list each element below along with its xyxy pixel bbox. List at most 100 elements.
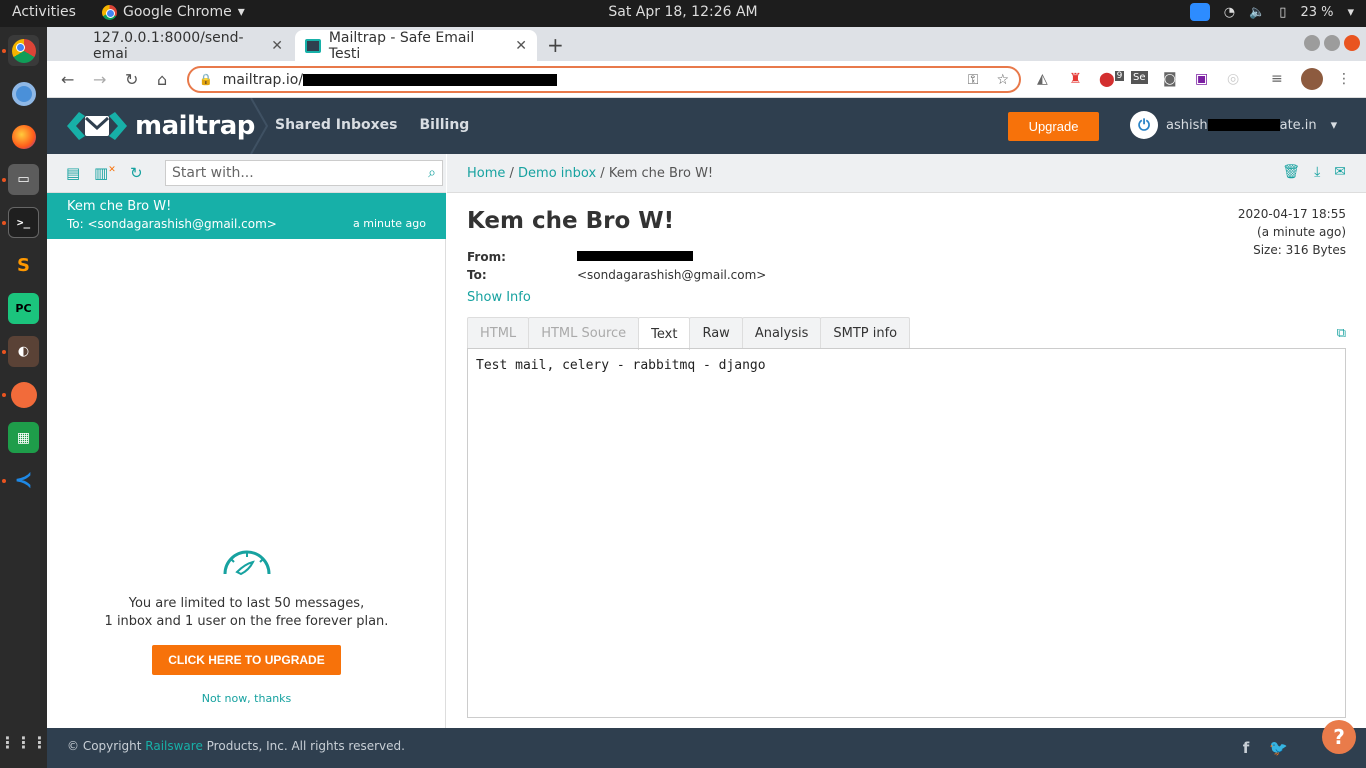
firefox-launcher-icon[interactable]	[8, 121, 39, 152]
list-item[interactable]: Kem che Bro W! To: <sondagarashish@gmail…	[47, 193, 446, 239]
to-value: <sondagarashish@gmail.com>	[577, 268, 767, 282]
extension-icon[interactable]: ◎	[1227, 71, 1239, 87]
nav-billing[interactable]: Billing	[419, 117, 469, 133]
system-tray[interactable]: ◔ 🔈 ▯ 23 % ▾	[1189, 3, 1354, 21]
message-actions: 🗑 ⤓ ✉	[1282, 164, 1346, 180]
refresh-icon[interactable]: ↻	[130, 164, 143, 182]
railsware-link[interactable]: Railsware	[145, 739, 203, 753]
gimp-launcher-icon[interactable]: ◐	[8, 336, 39, 367]
mailtrap-favicon-icon	[305, 38, 321, 53]
files-launcher-icon[interactable]: ▭	[8, 164, 39, 195]
mailtrap-header: mailtrap Shared Inboxes Billing Upgrade …	[47, 98, 1366, 154]
help-button[interactable]: ?	[1322, 720, 1356, 754]
user-email-prefix: ashish	[1166, 117, 1208, 133]
camera-extension-icon[interactable]: ◙	[1163, 71, 1177, 87]
not-now-link[interactable]: Not now, thanks	[47, 692, 446, 705]
trash-icon[interactable]: 🗑	[1282, 164, 1300, 180]
profile-avatar[interactable]	[1301, 68, 1323, 90]
search-input[interactable]: Start with... ⌕	[165, 160, 443, 186]
app-name: Google Chrome	[123, 4, 232, 20]
upgrade-cta-button[interactable]: CLICK HERE TO UPGRADE	[152, 645, 341, 675]
search-placeholder: Start with...	[172, 165, 254, 181]
tab-text[interactable]: Text	[638, 317, 691, 350]
zoom-icon	[1189, 3, 1210, 21]
wifi-icon: ◔	[1223, 4, 1236, 20]
tab-analysis[interactable]: Analysis	[741, 317, 822, 349]
postman-launcher-icon[interactable]	[8, 379, 39, 410]
message-headers: From: To: <sondagarashish@gmail.com>	[467, 248, 766, 284]
new-tab-button[interactable]: +	[547, 33, 564, 57]
dock: ▭ >_ S PC ◐ ▦ ≺ ⋮⋮⋮	[0, 27, 48, 768]
chrome-launcher-icon[interactable]	[8, 35, 39, 66]
address-bar[interactable]: 🔒 mailtrap.io/ ⚿ ☆	[187, 66, 1021, 93]
show-info-link[interactable]: Show Info	[467, 290, 531, 305]
spreadsheet-launcher-icon[interactable]: ▦	[8, 422, 39, 453]
message-tabs: HTML HTML Source Text Raw Analysis SMTP …	[467, 317, 911, 350]
key-icon[interactable]: ⚿	[968, 72, 979, 88]
chrome-icon	[102, 4, 117, 20]
plan-limit-line1: You are limited to last 50 messages,	[128, 596, 365, 611]
message-body: Test mail, celery - rabbitmq - django	[467, 348, 1346, 718]
forward-icon[interactable]: →	[93, 70, 106, 89]
power-icon: ⏻	[1130, 111, 1158, 139]
app-menu[interactable]: Google Chrome ▾	[102, 4, 245, 20]
vscode-launcher-icon[interactable]: ≺	[8, 465, 39, 496]
forward-mail-icon[interactable]: ✉	[1334, 164, 1346, 180]
terminal-launcher-icon[interactable]: >_	[8, 207, 39, 238]
download-icon[interactable]: ⤓	[1314, 164, 1320, 180]
social-links: f 🐦	[1243, 739, 1288, 757]
mailtrap-logo[interactable]: mailtrap	[67, 110, 255, 142]
star-icon[interactable]: ☆	[996, 72, 1009, 88]
upgrade-button[interactable]: Upgrade	[1008, 112, 1099, 141]
extension-icon[interactable]: ⬤ 9	[1099, 71, 1125, 88]
sublime-launcher-icon[interactable]: S	[8, 250, 39, 281]
nav-shared-inboxes[interactable]: Shared Inboxes	[275, 117, 397, 133]
close-icon[interactable]: ✕	[515, 38, 527, 54]
pycharm-launcher-icon[interactable]: PC	[8, 293, 39, 324]
breadcrumb-home[interactable]: Home	[467, 166, 505, 181]
facebook-icon[interactable]: f	[1243, 739, 1250, 757]
close-icon[interactable]: ✕	[271, 38, 283, 54]
mark-read-icon[interactable]: ▤	[66, 164, 80, 182]
search-icon: ⌕	[428, 165, 436, 181]
reload-icon[interactable]: ↻	[125, 70, 138, 89]
tab-html[interactable]: HTML	[467, 317, 530, 349]
user-menu[interactable]: ⏻ ashish ate.in ▾	[1130, 111, 1337, 139]
chromium-launcher-icon[interactable]	[8, 78, 39, 109]
tab-mailtrap[interactable]: Mailtrap - Safe Email Testi ✕	[295, 30, 537, 62]
main-nav: Shared Inboxes Billing	[275, 117, 469, 133]
browser-tab-strip: 127.0.0.1:8000/send-emai ✕ Mailtrap - Sa…	[47, 27, 1366, 62]
tab-title: 127.0.0.1:8000/send-emai	[93, 29, 244, 62]
breadcrumb-inbox[interactable]: Demo inbox	[518, 166, 596, 181]
tab-html-source[interactable]: HTML Source	[528, 317, 640, 349]
activities-button[interactable]: Activities	[12, 4, 76, 20]
battery-percent: 23 %	[1300, 4, 1334, 20]
extension-icon[interactable]: ▣	[1195, 71, 1208, 87]
show-apps-icon[interactable]: ⋮⋮⋮	[0, 727, 48, 758]
menu-icon[interactable]: ⋮	[1337, 71, 1351, 87]
lock-icon: 🔒	[199, 73, 213, 86]
redacted-email	[1207, 119, 1280, 131]
home-icon[interactable]: ⌂	[157, 70, 167, 89]
maximize-button[interactable]	[1324, 35, 1340, 51]
message-size: Size: 316 Bytes	[1253, 243, 1346, 257]
extension-icon[interactable]: ◭	[1037, 71, 1048, 87]
extension-badge: 9	[1114, 71, 1125, 81]
back-icon[interactable]: ←	[61, 70, 74, 89]
tab-raw[interactable]: Raw	[689, 317, 743, 349]
minimize-button[interactable]	[1304, 35, 1320, 51]
window-close-button[interactable]	[1344, 35, 1360, 51]
window-controls	[1304, 35, 1360, 51]
open-external-icon[interactable]: ⧉	[1337, 326, 1346, 341]
media-control-icon[interactable]: ≡	[1271, 71, 1283, 87]
inbox-panel: ▤ ▥✕ ↻ Start with... ⌕ Kem che Bro W! To…	[47, 154, 446, 728]
breadcrumb-bar: Home / Demo inbox / Kem che Bro W! 🗑 ⤓ ✉	[447, 154, 1366, 193]
mailtrap-logo-icon	[67, 112, 127, 140]
clock[interactable]: Sat Apr 18, 12:26 AM	[608, 4, 757, 20]
twitter-icon[interactable]: 🐦	[1269, 739, 1288, 757]
tab-send-email[interactable]: 127.0.0.1:8000/send-emai ✕	[55, 29, 293, 62]
extension-icon[interactable]: ♜	[1069, 71, 1082, 87]
tab-smtp-info[interactable]: SMTP info	[820, 317, 911, 349]
clear-inbox-icon[interactable]: ▥✕	[94, 164, 116, 182]
selenium-extension-icon[interactable]: Se	[1131, 71, 1148, 84]
